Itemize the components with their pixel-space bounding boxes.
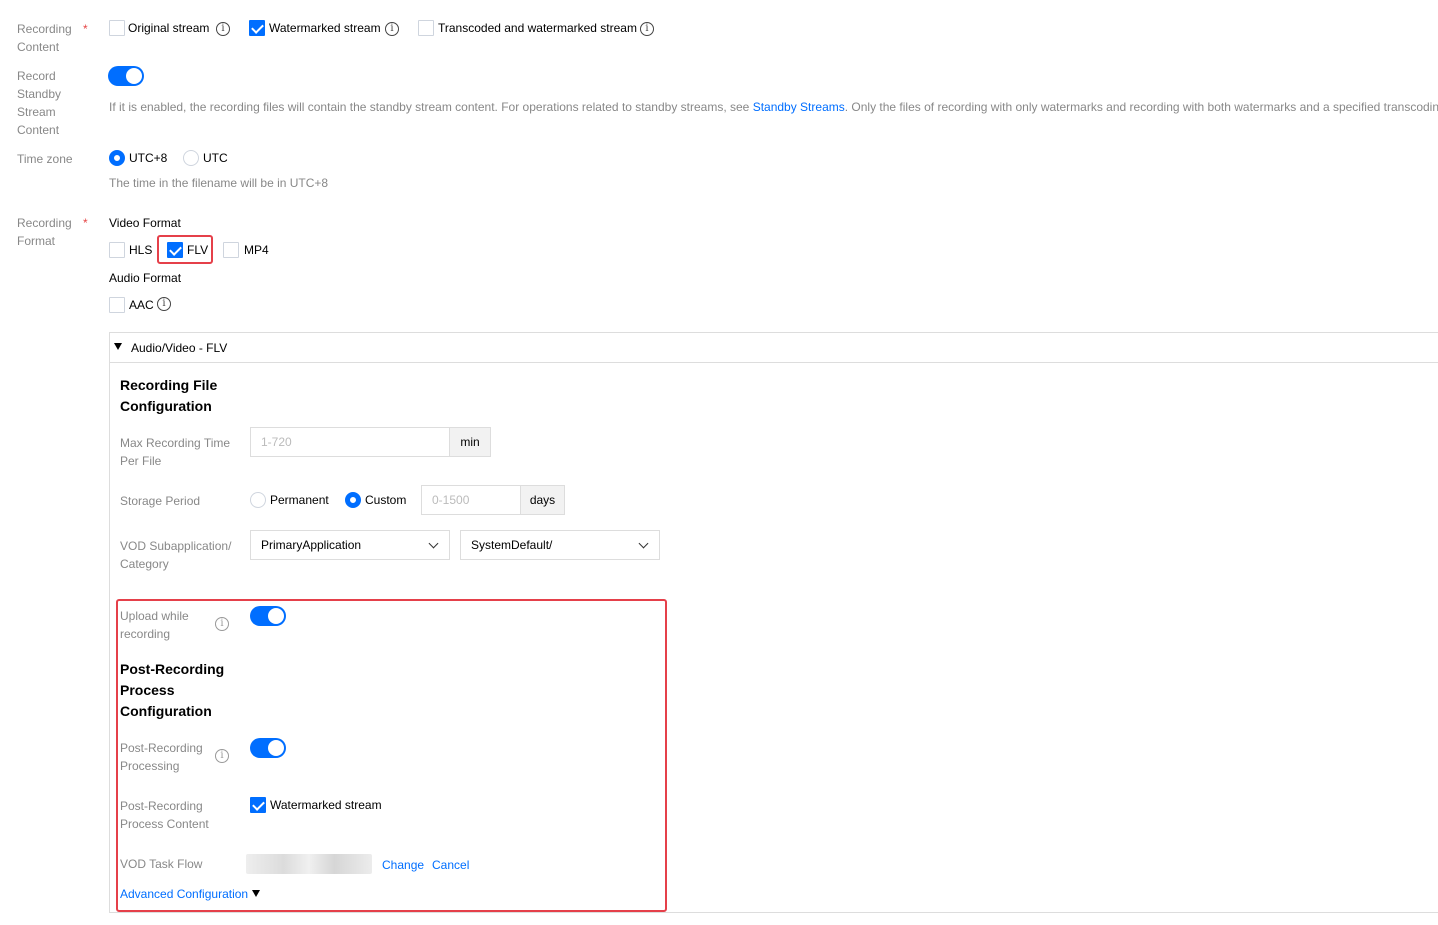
- category-select[interactable]: SystemDefault/: [460, 530, 660, 560]
- panel-divider: [110, 362, 1438, 363]
- standby-hint-text: If it is enabled, the recording files wi…: [109, 100, 750, 114]
- caret-down-icon[interactable]: [252, 890, 260, 897]
- required-mark: *: [83, 216, 88, 230]
- vod-subapp-label: VOD Subapplication/Category: [120, 539, 232, 571]
- mp4-label: MP4: [244, 243, 269, 257]
- post-watermarked-checkbox[interactable]: [250, 797, 266, 813]
- video-format-label: Video Format: [109, 216, 181, 230]
- recording-format-label: Recording Format: [17, 216, 72, 248]
- standby-toggle[interactable]: [108, 66, 144, 86]
- original-stream-label: Original stream: [128, 21, 210, 35]
- hls-checkbox[interactable]: [109, 242, 125, 258]
- post-content-label: Post-Recording Process Content: [120, 799, 209, 831]
- category-value: SystemDefault/: [471, 538, 553, 552]
- post-recording-title: Post-Recording Process Configuration: [120, 661, 225, 719]
- timezone-label: Time zone: [17, 152, 73, 166]
- watermarked-stream-checkbox[interactable]: [249, 20, 265, 36]
- caret-down-icon[interactable]: [114, 343, 122, 350]
- standby-streams-link[interactable]: Standby Streams: [753, 100, 845, 114]
- original-stream-checkbox[interactable]: [109, 20, 125, 36]
- utc8-label: UTC+8: [129, 151, 168, 165]
- blurred-task-flow-name: [246, 854, 372, 874]
- cancel-link[interactable]: Cancel: [432, 857, 469, 873]
- hls-label: HLS: [129, 243, 153, 257]
- advanced-config-link[interactable]: Advanced Configuration: [120, 886, 248, 902]
- upload-while-recording-label: Upload while recording: [120, 609, 189, 641]
- post-watermarked-label: Watermarked stream: [270, 798, 382, 812]
- flv-checkbox[interactable]: [167, 242, 183, 258]
- aac-checkbox[interactable]: [109, 297, 125, 313]
- max-time-unit: min: [449, 427, 491, 457]
- info-icon[interactable]: i: [157, 297, 171, 311]
- info-icon[interactable]: i: [216, 22, 230, 36]
- storage-days-unit: days: [520, 485, 565, 515]
- flv-label: FLV: [187, 243, 209, 257]
- permanent-label: Permanent: [270, 493, 329, 507]
- audio-format-label: Audio Format: [109, 271, 182, 285]
- custom-label: Custom: [365, 493, 407, 507]
- timezone-hint: The time in the filename will be in UTC+…: [109, 176, 329, 190]
- subapp-select[interactable]: PrimaryApplication: [250, 530, 450, 560]
- utc8-radio[interactable]: [109, 150, 125, 166]
- utc-radio[interactable]: [183, 150, 199, 166]
- custom-radio[interactable]: [345, 492, 361, 508]
- file-config-title: Recording File Configuration: [120, 377, 218, 414]
- max-time-label: Max Recording Time Per File: [120, 436, 231, 468]
- panel-title[interactable]: Audio/Video - FLV: [131, 340, 227, 356]
- task-flow-label: VOD Task Flow: [120, 857, 203, 871]
- mp4-checkbox[interactable]: [223, 242, 239, 258]
- record-standby-label: Record Standby Stream Content: [17, 69, 62, 137]
- max-time-input[interactable]: 1-720: [250, 427, 450, 457]
- aac-label: AAC: [129, 298, 154, 312]
- recording-content-label: Recording Content: [17, 22, 72, 54]
- subapp-value: PrimaryApplication: [261, 538, 362, 552]
- chevron-down-icon: [638, 538, 649, 549]
- upload-toggle[interactable]: [250, 606, 286, 626]
- permanent-radio[interactable]: [250, 492, 266, 508]
- transcoded-watermarked-stream-checkbox[interactable]: [418, 20, 434, 36]
- standby-hint: If it is enabled, the recording files wi…: [109, 99, 1438, 115]
- chevron-down-icon: [428, 538, 439, 549]
- info-icon[interactable]: i: [215, 617, 229, 631]
- transcoded-watermarked-stream-label: Transcoded and watermarked stream: [438, 21, 637, 35]
- required-mark: *: [83, 22, 88, 36]
- change-link[interactable]: Change: [382, 857, 424, 873]
- utc-label: UTC: [203, 151, 228, 165]
- storage-days-input[interactable]: 0-1500: [421, 485, 521, 515]
- post-processing-label: Post-Recording Processing: [120, 741, 203, 773]
- info-icon[interactable]: i: [640, 22, 654, 36]
- info-icon[interactable]: i: [215, 749, 229, 763]
- watermarked-stream-label: Watermarked stream: [269, 21, 381, 35]
- standby-hint-text-after: . Only the files of recording with only …: [844, 100, 1438, 114]
- info-icon[interactable]: i: [385, 22, 399, 36]
- storage-period-label: Storage Period: [120, 494, 201, 508]
- post-processing-toggle[interactable]: [250, 738, 286, 758]
